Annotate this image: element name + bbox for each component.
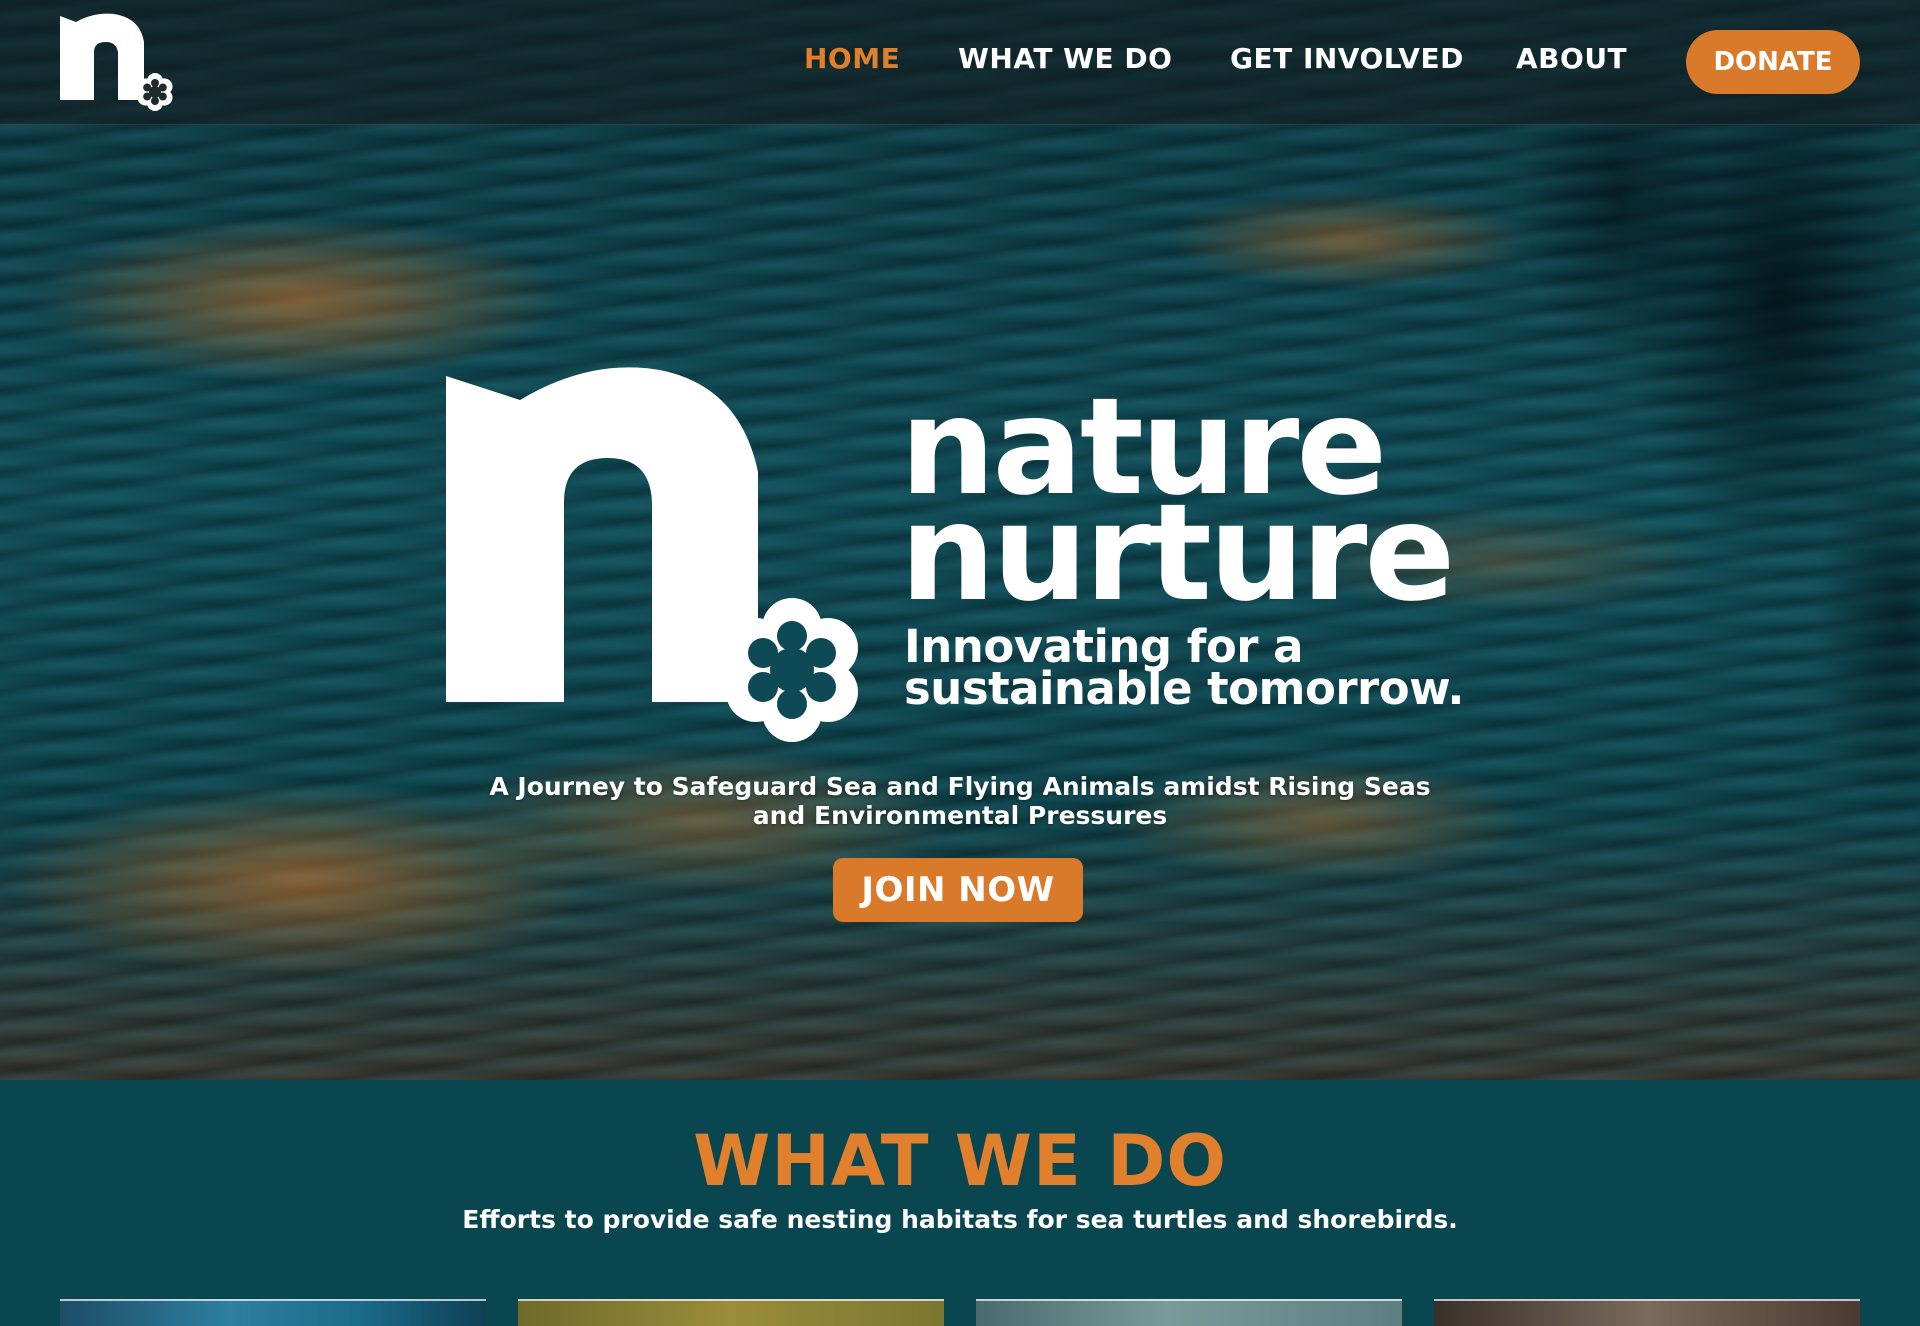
program-card-image[interactable] (60, 1299, 486, 1326)
program-card-image[interactable] (976, 1299, 1402, 1326)
nav-link-what-we-do[interactable]: WHAT WE DO (958, 42, 1172, 75)
nav-link-about[interactable]: ABOUT (1516, 42, 1627, 75)
section-title: WHAT WE DO (693, 1120, 1227, 1202)
hero-section: nature nurture Innovating for a sustaina… (0, 0, 1920, 1080)
join-now-button[interactable]: JOIN NOW (833, 858, 1083, 922)
nav-link-home[interactable]: HOME (804, 42, 900, 75)
nav-link-get-involved[interactable]: GET INVOLVED (1230, 42, 1464, 75)
wordmark-nurture: nurture (900, 475, 1455, 631)
program-card-image[interactable] (518, 1299, 944, 1326)
hero-subtitle: A Journey to Safeguard Sea and Flying An… (489, 772, 1431, 830)
top-navbar: HOME WHAT WE DO GET INVOLVED ABOUT DONAT… (0, 0, 1920, 125)
donate-button[interactable]: DONATE (1686, 30, 1860, 94)
section-subtitle: Efforts to provide safe nesting habitats… (462, 1205, 1458, 1234)
logo-icon[interactable] (56, 12, 180, 116)
program-card-image[interactable] (1434, 1299, 1860, 1326)
tagline-line2: sustainable tomorrow. (904, 662, 1464, 715)
